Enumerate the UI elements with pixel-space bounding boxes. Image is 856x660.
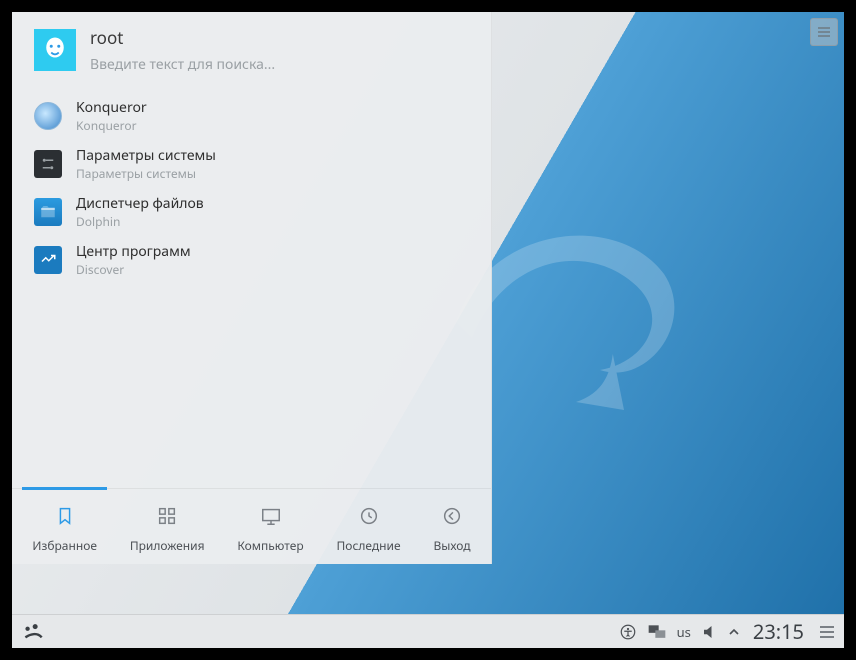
monitor-icon <box>258 503 284 529</box>
user-avatar[interactable] <box>34 29 76 71</box>
tab-recent[interactable]: Последние <box>327 497 411 554</box>
start-button[interactable] <box>18 617 48 647</box>
app-subtitle: Konqueror <box>76 117 147 134</box>
tray-accessibility[interactable] <box>619 623 637 641</box>
app-item-konqueror[interactable]: Konqueror Konqueror <box>12 92 491 140</box>
kali-start-icon <box>20 619 46 645</box>
settings-icon <box>34 150 62 178</box>
panel-options-button[interactable] <box>820 626 834 638</box>
volume-icon <box>701 623 719 641</box>
clock-icon <box>356 503 382 529</box>
app-title: Центр программ <box>76 242 191 261</box>
system-tray: us 23:15 <box>619 618 834 645</box>
network-icon <box>647 623 667 641</box>
app-title: Konqueror <box>76 98 147 117</box>
discover-icon <box>34 246 62 274</box>
hamburger-line <box>820 631 834 633</box>
user-name: root <box>90 26 469 49</box>
tray-volume[interactable] <box>701 623 719 641</box>
grid-icon <box>154 503 180 529</box>
bookmark-icon <box>52 503 78 529</box>
tab-label: Приложения <box>130 537 205 554</box>
launcher-tabs: Избранное Приложения Компьютер <box>12 488 491 564</box>
tab-computer[interactable]: Компьютер <box>227 497 313 554</box>
app-title: Параметры системы <box>76 146 216 165</box>
folder-icon <box>34 198 62 226</box>
app-item-discover[interactable]: Центр программ Discover <box>12 236 491 284</box>
app-item-system-settings[interactable]: Параметры системы Параметры системы <box>12 140 491 188</box>
taskbar: us 23:15 <box>12 614 844 648</box>
app-item-file-manager[interactable]: Диспетчер файлов Dolphin <box>12 188 491 236</box>
tab-applications[interactable]: Приложения <box>120 497 215 554</box>
application-launcher: root Konqueror Konqueror <box>12 12 492 564</box>
app-subtitle: Dolphin <box>76 213 204 230</box>
hamburger-line <box>820 636 834 638</box>
app-subtitle: Discover <box>76 261 191 278</box>
globe-icon <box>34 102 62 130</box>
hamburger-icon <box>816 24 832 40</box>
user-face-icon <box>40 35 70 65</box>
tray-expand[interactable] <box>729 627 739 637</box>
favorites-list: Konqueror Konqueror Параметры системы Па… <box>12 78 491 488</box>
chevron-up-icon <box>729 627 739 637</box>
accessibility-icon <box>619 623 637 641</box>
app-title: Диспетчер файлов <box>76 194 204 213</box>
desktop-menu-button[interactable] <box>810 18 838 46</box>
tab-label: Последние <box>337 537 401 554</box>
taskbar-clock[interactable]: 23:15 <box>749 618 804 645</box>
back-icon <box>439 503 465 529</box>
tab-label: Выход <box>433 537 470 554</box>
desktop-wallpaper: root Konqueror Konqueror <box>12 12 844 648</box>
search-input[interactable] <box>90 55 469 74</box>
keyboard-layout-indicator[interactable]: us <box>677 623 691 641</box>
tray-network[interactable] <box>647 623 667 641</box>
tab-leave[interactable]: Выход <box>423 497 480 554</box>
tab-label: Избранное <box>32 537 97 554</box>
hamburger-line <box>820 626 834 628</box>
tab-favorites[interactable]: Избранное <box>22 497 107 554</box>
tab-label: Компьютер <box>237 537 303 554</box>
app-subtitle: Параметры системы <box>76 165 216 182</box>
